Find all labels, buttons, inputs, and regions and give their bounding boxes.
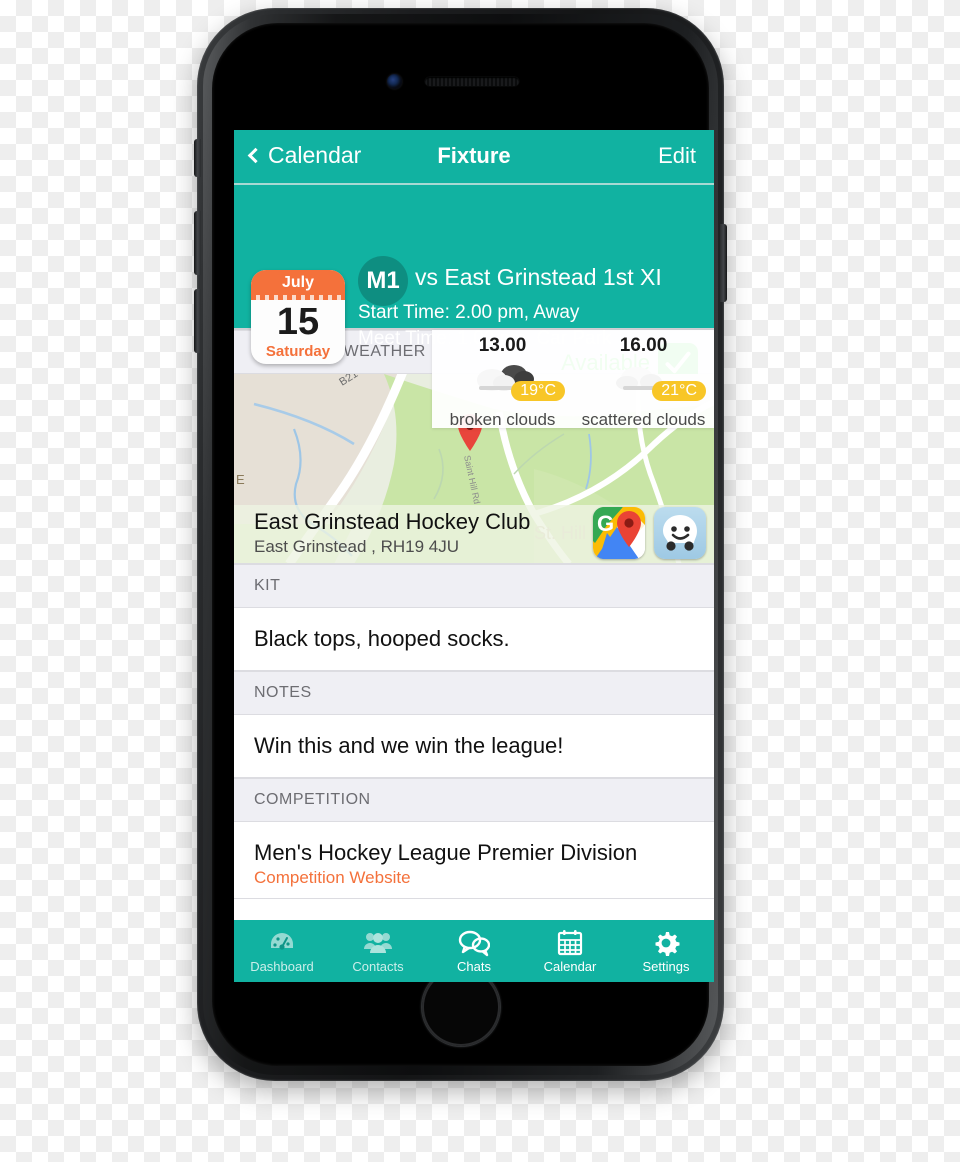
opponent-label: vs East Grinstead 1st XI (415, 264, 662, 290)
waze-icon[interactable] (654, 507, 706, 559)
date-icon-weekday: Saturday (265, 343, 331, 360)
page-title: Fixture (437, 143, 511, 168)
map-app-shortcuts: G (593, 507, 706, 559)
forecast-time: 13.00 (478, 335, 527, 356)
forecast-description: broken clouds (449, 410, 556, 429)
volume-down-button[interactable] (194, 289, 201, 353)
settings-gear-icon (655, 931, 680, 956)
team-badge: M1 (358, 256, 408, 306)
front-camera-icon (386, 74, 402, 89)
tab-label: Chats (457, 958, 491, 974)
competition-website-link[interactable]: Competition Website (254, 868, 694, 888)
fixture-summary-header: July 15 Saturday M1 vs East Grinstead 1s… (234, 185, 714, 383)
tab-chats[interactable]: Chats (426, 920, 522, 982)
forecast-time: 16.00 (619, 335, 668, 356)
forecast-description: scattered clouds (581, 410, 706, 429)
tab-contacts[interactable]: Contacts (330, 920, 426, 982)
fixture-date-icon: July 15 Saturday (251, 270, 345, 364)
start-time-label: Start Time: 2.00 pm, Away (358, 302, 580, 323)
section-header-notes: NOTES (234, 671, 714, 715)
app-screen: Calendar Fixture Edit July 15 Saturday M… (234, 130, 714, 982)
google-maps-icon[interactable]: G (593, 507, 645, 559)
forecast-temperature: 19°C (511, 381, 565, 401)
tab-settings[interactable]: Settings (618, 920, 714, 982)
dashboard-gauge-icon (271, 932, 293, 950)
tab-label: Contacts (352, 958, 404, 974)
tab-dashboard[interactable]: Dashboard (234, 920, 330, 982)
navigation-bar: Calendar Fixture Edit (234, 130, 714, 185)
tab-label: Dashboard (250, 958, 314, 974)
tab-label: Calendar (543, 958, 597, 974)
kit-value[interactable]: Black tops, hooped socks. (234, 608, 714, 671)
weather-forecast-item: 16.00 scattered clouds 21°C (573, 330, 714, 429)
weather-forecast-item: 13.00 broken clouds 19°C (432, 330, 573, 429)
edit-button[interactable]: Edit (658, 143, 696, 169)
notes-value[interactable]: Win this and we win the league! (234, 715, 714, 778)
date-icon-month: July (251, 270, 345, 295)
forecast-temperature: 21°C (652, 381, 706, 401)
tab-calendar[interactable]: Calendar (522, 920, 618, 982)
mute-switch-button[interactable] (194, 139, 201, 177)
competition-row[interactable]: Men's Hockey League Premier Division Com… (234, 822, 714, 899)
calendar-grid-icon (557, 929, 583, 955)
earpiece-speaker (424, 77, 519, 86)
power-button[interactable] (720, 224, 727, 302)
section-header-competition: COMPETITION (234, 778, 714, 822)
contacts-people-icon (364, 932, 392, 953)
section-header-kit: KIT (234, 564, 714, 608)
competition-name: Men's Hockey League Premier Division (254, 840, 638, 865)
weather-forecast-overlay: 13.00 broken clouds 19°C 16.00 scattered… (432, 330, 714, 429)
date-icon-day: 15 (276, 301, 320, 343)
tab-label: Settings (642, 958, 690, 974)
chats-bubbles-icon (458, 930, 490, 956)
svg-text:E: E (236, 472, 245, 487)
google-maps-letter: G (597, 511, 615, 536)
tab-bar: Dashboard Contacts Chats Calendar Settin… (234, 920, 714, 982)
volume-up-button[interactable] (194, 211, 201, 275)
